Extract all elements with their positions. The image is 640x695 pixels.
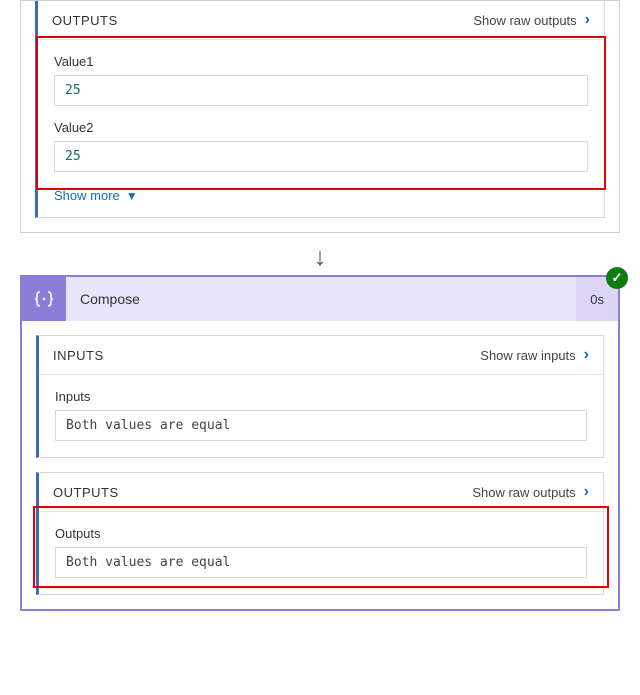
compose-outputs-body: Outputs Both values are equal (39, 512, 603, 594)
value2-value: 25 (54, 141, 588, 172)
show-more-link[interactable]: Show more ▼ (38, 188, 604, 217)
value1-label: Value1 (54, 54, 588, 69)
show-more-label: Show more (54, 188, 120, 203)
compose-card: ✓ Compose 0s INPUTS Show raw inputs › In… (20, 275, 620, 611)
outputs-label: Outputs (55, 526, 587, 541)
trigger-card: OUTPUTS Show raw outputs › Value1 25 Val… (20, 0, 620, 233)
curly-braces-icon (34, 289, 54, 309)
inputs-field: Inputs Both values are equal (55, 389, 587, 441)
compose-outputs-header: OUTPUTS Show raw outputs › (39, 473, 603, 512)
inputs-label: Inputs (55, 389, 587, 404)
outputs-field: Outputs Both values are equal (55, 526, 587, 578)
compose-icon (22, 277, 66, 321)
show-raw-inputs-link[interactable]: Show raw inputs › (480, 346, 589, 364)
compose-inputs-block: INPUTS Show raw inputs › Inputs Both val… (36, 335, 604, 458)
value1-value: 25 (54, 75, 588, 106)
arrow-down-icon: ↓ (314, 243, 327, 269)
compose-outputs-title: OUTPUTS (53, 485, 119, 500)
flow-arrow: ↓ (0, 233, 640, 275)
chevron-right-icon: › (584, 346, 589, 364)
chevron-right-icon: › (585, 11, 590, 29)
value2-field: Value2 25 (54, 120, 588, 172)
show-raw-outputs-link-2[interactable]: Show raw outputs › (472, 483, 589, 501)
outputs-value: Both values are equal (55, 547, 587, 578)
show-raw-outputs-link[interactable]: Show raw outputs › (473, 11, 590, 29)
compose-title: Compose (66, 291, 576, 307)
compose-outputs-block: OUTPUTS Show raw outputs › Outputs Both … (36, 472, 604, 595)
show-raw-outputs-label-2: Show raw outputs (472, 485, 575, 500)
value1-field: Value1 25 (54, 54, 588, 106)
compose-inputs-body: Inputs Both values are equal (39, 375, 603, 457)
compose-header[interactable]: Compose 0s (22, 277, 618, 321)
compose-inputs-header: INPUTS Show raw inputs › (39, 336, 603, 375)
outputs-title: OUTPUTS (52, 13, 118, 28)
chevron-down-icon: ▼ (126, 189, 138, 203)
chevron-right-icon: › (584, 483, 589, 501)
show-raw-inputs-label: Show raw inputs (480, 348, 575, 363)
outputs-block: OUTPUTS Show raw outputs › Value1 25 Val… (35, 1, 605, 218)
outputs-body: Value1 25 Value2 25 (38, 40, 604, 188)
success-badge-icon: ✓ (606, 267, 628, 289)
compose-inputs-title: INPUTS (53, 348, 104, 363)
value2-label: Value2 (54, 120, 588, 135)
outputs-header-row: OUTPUTS Show raw outputs › (38, 1, 604, 40)
inputs-value: Both values are equal (55, 410, 587, 441)
show-raw-outputs-label: Show raw outputs (473, 13, 576, 28)
